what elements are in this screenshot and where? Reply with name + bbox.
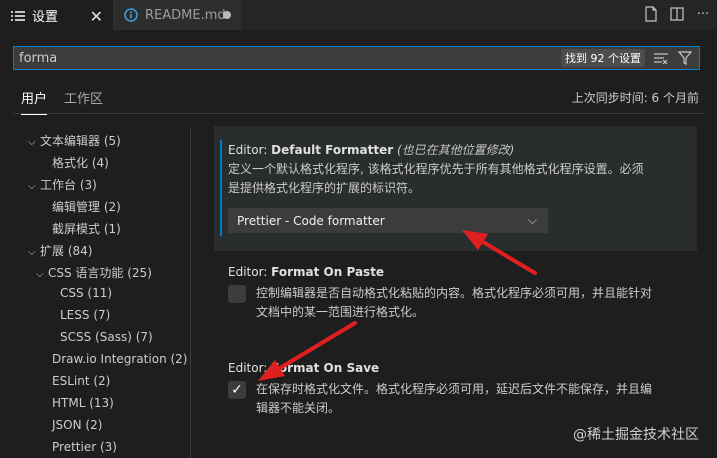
tab-label: 设置 — [32, 10, 59, 25]
setting-description: 在保存时格式化文件。格式化程序必须可用，延迟后文件不能保存，并且编 辑器不能关闭… — [256, 382, 653, 415]
search-input[interactable]: forma — [14, 51, 561, 66]
toc-item[interactable]: ⌵ 扩展 (84) — [28, 242, 92, 259]
setting-description: 定义一个默认格式化程序, 该格式化程序优先于所有其他格式化程序设置。必须 是提供… — [228, 162, 644, 195]
settings-list-icon — [10, 8, 26, 24]
search-actions — [653, 50, 693, 66]
chevron-down-icon: ⌵ — [28, 247, 36, 258]
toc-item[interactable]: LESS (7) — [60, 308, 110, 322]
setting-title-format-on-save: Editor: Format On Save — [228, 361, 380, 375]
tab-settings[interactable]: 设置 ✕ — [0, 0, 113, 30]
unsaved-dot-icon[interactable] — [223, 11, 231, 19]
toc-item[interactable]: SCSS (Sass) (7) — [60, 330, 153, 344]
more-actions-icon[interactable]: ··· — [695, 5, 711, 23]
tab-label: README.md — [145, 7, 226, 23]
checkmark-icon: ✓ — [231, 382, 243, 398]
toc-item[interactable]: Prettier (3) — [52, 440, 117, 454]
modified-elsewhere-note[interactable]: (也已在其他位置修改) — [397, 143, 514, 157]
toc-item[interactable]: 编辑管理 (2) — [52, 198, 121, 215]
settings-search[interactable]: forma 找到 92 个设置 — [13, 46, 700, 70]
tab-workspace[interactable]: 工作区 — [64, 88, 103, 107]
setting-title-format-on-paste: Editor: Format On Paste — [228, 265, 385, 279]
toc-item[interactable]: HTML (13) — [52, 396, 114, 410]
toc-item[interactable]: JSON (2) — [52, 418, 102, 432]
split-editor-icon[interactable] — [669, 5, 685, 23]
toc-divider — [190, 128, 191, 458]
close-icon[interactable]: ✕ — [90, 7, 103, 26]
toc-item[interactable]: 格式化 (4) — [52, 154, 109, 171]
info-icon — [123, 7, 139, 23]
watermark: @稀土掘金技术社区 — [573, 427, 699, 443]
format-on-save-checkbox[interactable]: ✓ — [228, 381, 246, 399]
focus-indicator — [220, 140, 222, 236]
open-json-icon[interactable] — [643, 5, 659, 23]
format-on-paste-checkbox[interactable] — [228, 285, 246, 303]
toc-item[interactable]: ⌵ 文本编辑器 (5) — [28, 132, 121, 149]
sync-status: 上次同步时间: 6 个月前 — [571, 91, 699, 105]
toc-item[interactable]: ⌵ CSS 语言功能 (25) — [36, 264, 152, 281]
tab-user[interactable]: 用户 — [21, 88, 48, 115]
divider — [13, 113, 704, 114]
toc-item[interactable]: CSS (11) — [60, 286, 112, 300]
clear-filter-icon[interactable] — [653, 50, 669, 66]
toc-item[interactable]: Draw.io Integration (2) — [52, 352, 187, 366]
filter-icon[interactable] — [677, 50, 693, 66]
chevron-down-icon: ⌵ — [28, 181, 36, 192]
toc-item[interactable]: 截屏模式 (1) — [52, 220, 121, 237]
settings-scope-bar: 用户 工作区 上次同步时间: 6 个月前 — [0, 80, 717, 115]
chevron-down-icon: ⌵ — [527, 213, 537, 227]
setting-description: 控制编辑器是否自动格式化粘贴的内容。格式化程序必须可用，并且能针对 文档中的某一… — [256, 286, 653, 319]
search-result-count: 找到 92 个设置 — [561, 49, 645, 67]
setting-title-default-formatter: Editor: Default Formatter (也已在其他位置修改) — [228, 143, 515, 157]
tab-readme[interactable]: README.md — [113, 0, 241, 30]
editor-actions: ··· — [643, 5, 711, 23]
chevron-down-icon: ⌵ — [36, 269, 44, 280]
toc-item[interactable]: ⌵ 工作台 (3) — [28, 176, 97, 193]
toc-item[interactable]: ESLint (2) — [52, 374, 110, 388]
chevron-down-icon: ⌵ — [28, 137, 36, 148]
tab-bar: 设置 ✕ README.md ··· — [0, 0, 717, 30]
default-formatter-select[interactable]: Prettier - Code formatter ⌵ — [228, 208, 548, 233]
